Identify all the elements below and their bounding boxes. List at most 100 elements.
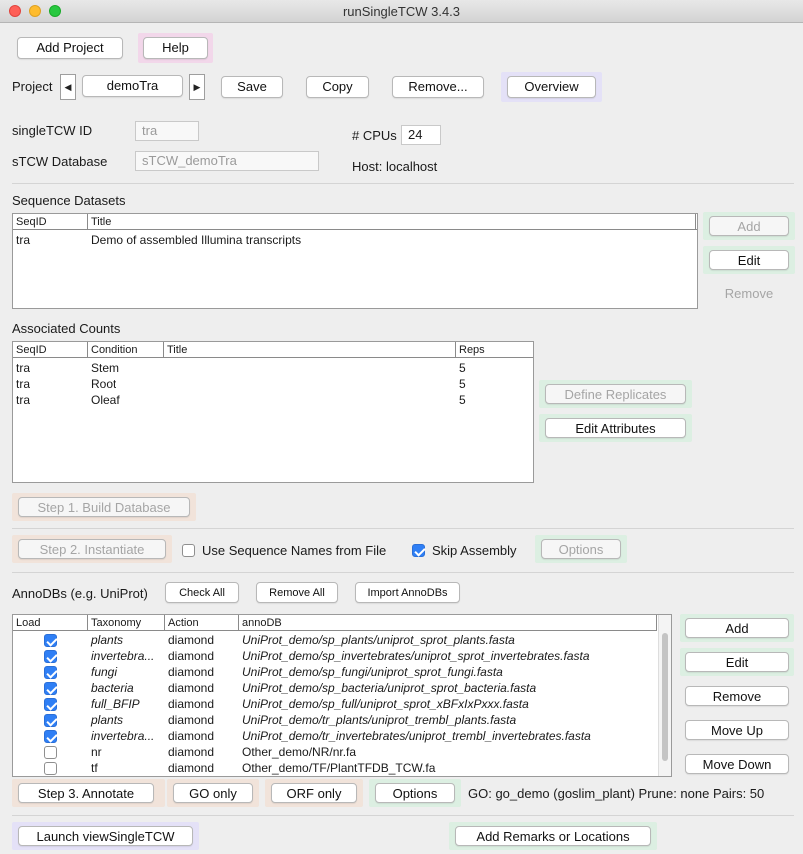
- move-up-button[interactable]: Move Up: [685, 720, 789, 740]
- edit-annodb-button[interactable]: Edit: [685, 652, 789, 672]
- remove-project-button[interactable]: Remove...: [392, 76, 484, 98]
- launch-viewsingletcw-button[interactable]: Launch viewSingleTCW: [18, 826, 193, 846]
- table-cell: UniProt_demo/tr_invertebrates/uniprot_tr…: [242, 729, 591, 743]
- stcw-database-field[interactable]: sTCW_demoTra: [135, 151, 319, 171]
- add-annodb-button[interactable]: Add: [685, 618, 789, 638]
- remove-annodb-button[interactable]: Remove: [685, 686, 789, 706]
- table-cell: diamond: [168, 713, 215, 727]
- table-header: Load Taxonomy Action annoDB: [13, 615, 657, 631]
- table-header: SeqID Condition Title Reps: [13, 342, 533, 358]
- table-cell: Oleaf: [91, 393, 120, 407]
- scrollbar-thumb[interactable]: [662, 633, 668, 761]
- window-title: runSingleTCW 3.4.3: [342, 4, 461, 19]
- column-header[interactable]: Title: [88, 214, 696, 230]
- build-database-button[interactable]: Step 1. Build Database: [18, 497, 190, 517]
- column-header[interactable]: Load: [13, 615, 88, 631]
- table-cell[interactable]: Demo of assembled Illumina transcripts: [88, 232, 691, 248]
- add-remarks-button[interactable]: Add Remarks or Locations: [455, 826, 651, 846]
- host-label: Host: localhost: [352, 159, 438, 174]
- column-header[interactable]: Action: [165, 615, 239, 631]
- divider: [12, 815, 794, 816]
- singletcw-id-label: singleTCW ID: [12, 123, 93, 138]
- table-cell: Stem: [91, 361, 120, 375]
- load-checkbox[interactable]: [44, 746, 57, 759]
- help-button[interactable]: Help: [143, 37, 208, 59]
- load-checkbox[interactable]: [44, 714, 57, 727]
- table-cell: UniProt_demo/sp_fungi/uniprot_sprot_fung…: [242, 665, 503, 679]
- annotate-button[interactable]: Step 3. Annotate: [18, 783, 154, 803]
- annodb-scrollbar[interactable]: [658, 615, 671, 776]
- left-arrow-icon[interactable]: ◀: [60, 74, 76, 100]
- define-replicates-button[interactable]: Define Replicates: [545, 384, 686, 404]
- load-checkbox[interactable]: [44, 762, 57, 775]
- associated-counts-table: SeqID Condition Title Reps tra Stem 5 tr…: [12, 341, 534, 483]
- divider: [12, 528, 794, 529]
- table-cell: diamond: [168, 745, 215, 759]
- load-checkbox[interactable]: [44, 634, 57, 647]
- instantiate-button[interactable]: Step 2. Instantiate: [18, 539, 166, 559]
- copy-button[interactable]: Copy: [306, 76, 369, 98]
- table-cell: diamond: [168, 697, 215, 711]
- use-sequence-names-label: Use Sequence Names from File: [202, 543, 387, 558]
- column-header[interactable]: annoDB: [239, 615, 657, 631]
- project-label: Project: [12, 79, 53, 94]
- import-annodbs-button[interactable]: Import AnnoDBs: [355, 582, 460, 603]
- column-header[interactable]: Condition: [88, 342, 164, 358]
- load-checkbox[interactable]: [44, 682, 57, 695]
- table-cell: tf: [91, 761, 98, 775]
- annodb-table: Load Taxonomy Action annoDB plants diamon…: [12, 614, 672, 777]
- divider: [12, 572, 794, 573]
- edit-attributes-button[interactable]: Edit Attributes: [545, 418, 686, 438]
- table-cell: diamond: [168, 729, 215, 743]
- load-checkbox[interactable]: [44, 666, 57, 679]
- cpus-field[interactable]: 24: [401, 125, 441, 145]
- load-checkbox[interactable]: [44, 730, 57, 743]
- go-only-button[interactable]: GO only: [173, 783, 253, 803]
- skip-assembly-checkbox[interactable]: [412, 544, 425, 557]
- annodbs-title: AnnoDBs (e.g. UniProt): [12, 586, 148, 601]
- singletcw-id-field[interactable]: tra: [135, 121, 199, 141]
- table-cell: diamond: [168, 761, 215, 775]
- table-cell: nr: [91, 745, 102, 759]
- instantiate-options-button[interactable]: Options: [541, 539, 621, 559]
- host-value: localhost: [385, 159, 438, 174]
- right-arrow-icon[interactable]: ▶: [189, 74, 205, 100]
- edit-dataset-button[interactable]: Edit: [709, 250, 789, 270]
- column-header[interactable]: Taxonomy: [88, 615, 165, 631]
- column-header[interactable]: Title: [164, 342, 456, 358]
- divider: [12, 183, 794, 184]
- title-bar: runSingleTCW 3.4.3: [0, 0, 803, 23]
- table-cell: Root: [91, 377, 117, 391]
- table-cell: Other_demo/TF/PlantTFDB_TCW.fa: [242, 761, 436, 775]
- orf-only-button[interactable]: ORF only: [271, 783, 357, 803]
- remove-all-button[interactable]: Remove All: [256, 582, 338, 603]
- project-selector[interactable]: demoTra: [82, 75, 183, 97]
- save-button[interactable]: Save: [221, 76, 283, 98]
- column-header[interactable]: SeqID: [13, 214, 88, 230]
- table-cell: bacteria: [91, 681, 134, 695]
- add-project-button[interactable]: Add Project: [17, 37, 123, 59]
- table-cell: Other_demo/NR/nr.fa: [242, 745, 357, 759]
- table-cell: invertebra...: [91, 729, 155, 743]
- table-cell: plants: [91, 633, 124, 647]
- table-header: SeqID Title: [13, 214, 697, 230]
- table-cell: tra: [16, 361, 31, 375]
- column-header[interactable]: SeqID: [13, 342, 88, 358]
- table-cell[interactable]: tra: [13, 232, 88, 248]
- check-all-button[interactable]: Check All: [165, 582, 239, 603]
- overview-button[interactable]: Overview: [507, 76, 596, 98]
- remove-dataset-button[interactable]: Remove: [709, 286, 789, 301]
- load-checkbox[interactable]: [44, 650, 57, 663]
- table-cell: 5: [459, 393, 466, 407]
- annotate-options-button[interactable]: Options: [375, 783, 455, 803]
- table-cell: diamond: [168, 649, 215, 663]
- move-down-button[interactable]: Move Down: [685, 754, 789, 774]
- use-sequence-names-checkbox[interactable]: [182, 544, 195, 557]
- table-cell: tra: [16, 393, 31, 407]
- load-checkbox[interactable]: [44, 698, 57, 711]
- sequence-datasets-title: Sequence Datasets: [12, 193, 126, 208]
- column-header[interactable]: Reps: [456, 342, 533, 358]
- stcw-database-label: sTCW Database: [12, 154, 108, 169]
- table-cell: 5: [459, 361, 466, 375]
- add-dataset-button[interactable]: Add: [709, 216, 789, 236]
